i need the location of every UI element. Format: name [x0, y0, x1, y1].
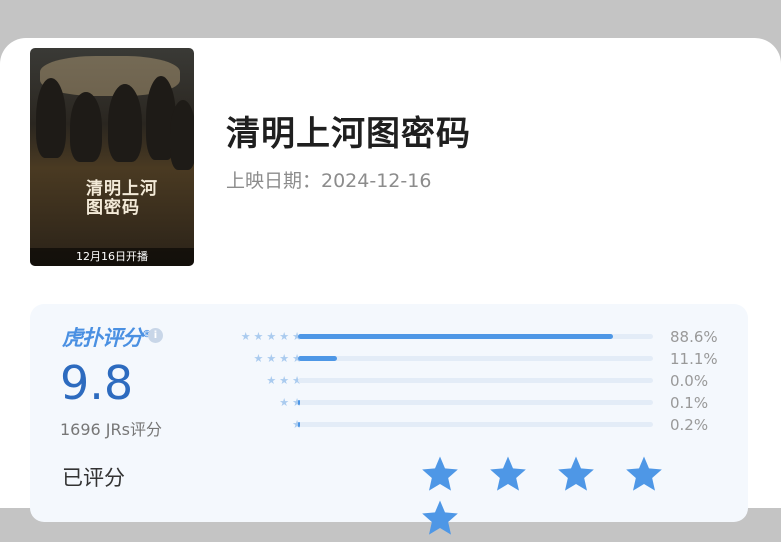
star-icon[interactable]: [624, 454, 664, 494]
distribution-percent: 0.1%: [670, 394, 709, 412]
poster-figure: [36, 78, 66, 158]
distribution-bar: [298, 378, 653, 383]
poster-figure: [70, 92, 102, 162]
distribution-bar: [298, 356, 653, 361]
poster-figure: [108, 84, 142, 162]
distribution-percent: 0.0%: [670, 372, 709, 390]
star-level-icon: ★★★★★: [240, 330, 305, 343]
show-title: 清明上河图密码: [226, 114, 471, 154]
distribution-fill: [298, 422, 301, 427]
distribution-bar: [298, 400, 653, 405]
distribution-row-3: ★★★ 0.0%: [180, 372, 720, 390]
poster-image[interactable]: 清明上河图密码 12月16日开播: [30, 48, 194, 266]
rating-panel: 虎扑评分® i 9.8 1696 JRs评分 ★★★★★ 88.6% ★★★★ …: [30, 304, 748, 535]
poster-title: 清明上河图密码: [86, 179, 158, 218]
info-icon[interactable]: i: [148, 328, 163, 343]
rated-status: 已评分: [62, 466, 125, 490]
hupu-rating-logo: 虎扑评分®: [62, 322, 152, 352]
distribution-bar: [298, 334, 653, 339]
distribution-row-4: ★★★★ 11.1%: [180, 350, 720, 368]
poster-date: 12月16日开播: [30, 248, 194, 266]
rating-count: 1696 JRs评分: [60, 420, 162, 439]
distribution-bar: [298, 422, 653, 427]
average-score: 9.8: [60, 356, 134, 410]
distribution-row-2: ★★ 0.1%: [180, 394, 720, 412]
distribution-row-1: ★ 0.2%: [180, 416, 720, 434]
distribution-fill: [298, 334, 613, 339]
distribution-fill: [298, 400, 301, 405]
distribution-percent: 11.1%: [670, 350, 718, 368]
star-icon[interactable]: [556, 454, 596, 494]
poster-figure: [170, 100, 194, 170]
star-icon[interactable]: [488, 454, 528, 494]
star-icon[interactable]: [420, 498, 460, 538]
distribution-fill: [298, 356, 338, 361]
user-rating-stars: [420, 454, 748, 535]
distribution-percent: 88.6%: [670, 328, 718, 346]
movie-card: 清明上河图密码 12月16日开播 清明上河图密码 上映日期：2024-12-16…: [0, 38, 781, 535]
star-icon[interactable]: [420, 454, 460, 494]
distribution-row-5: ★★★★★ 88.6%: [180, 328, 720, 346]
release-date: 上映日期：2024-12-16: [226, 170, 432, 192]
distribution-percent: 0.2%: [670, 416, 709, 434]
brand-text: 虎扑评分: [62, 326, 143, 350]
